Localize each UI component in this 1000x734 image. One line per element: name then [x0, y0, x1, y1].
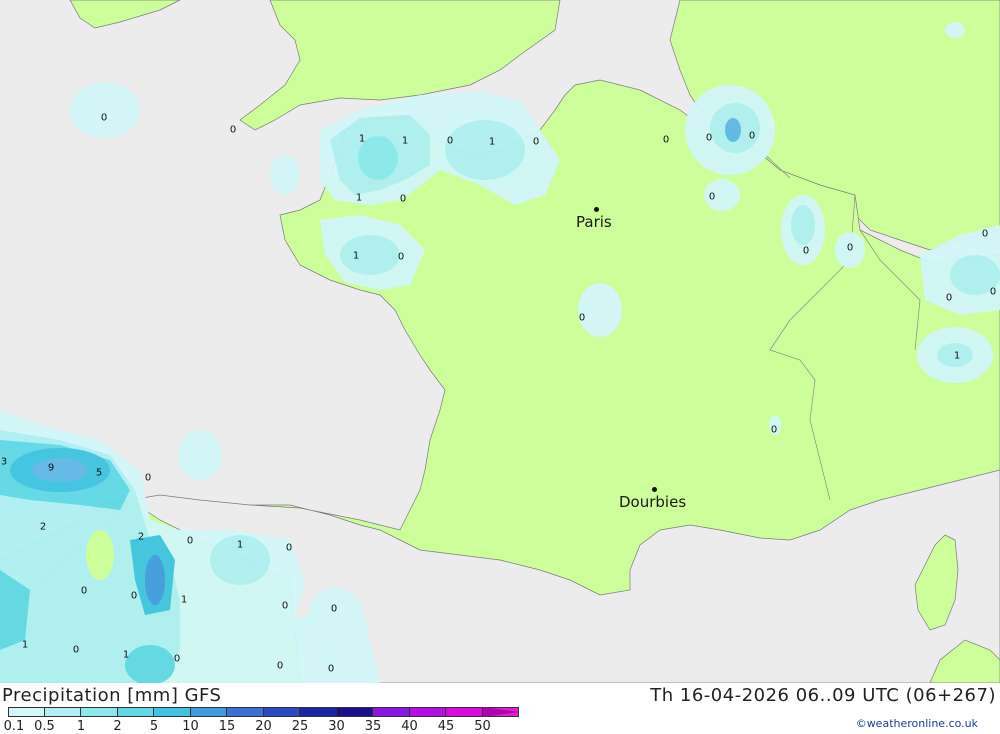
scale-swatch [190, 707, 227, 717]
precip-value: 0 [276, 660, 284, 672]
precip-value: 0 [532, 136, 540, 148]
city-marker-dourbies [652, 487, 657, 492]
precip-value: 0 [708, 191, 716, 203]
precip-value: 0 [80, 585, 88, 597]
color-scale [8, 707, 519, 717]
scale-swatch [263, 707, 300, 717]
precip-value: 1 [401, 135, 409, 147]
precip-value: 0 [770, 424, 778, 436]
precip-value: 0 [846, 242, 854, 254]
precip-value: 0 [989, 286, 997, 298]
precip-value: 1 [21, 639, 29, 651]
precip-value: 1 [953, 350, 961, 362]
precip-value: 0 [186, 535, 194, 547]
scale-swatch [373, 707, 410, 717]
precip-value: 0 [748, 130, 756, 142]
precip-value: 1 [180, 594, 188, 606]
city-label-dourbies: Dourbies [619, 493, 687, 511]
scale-tick-label: 35 [364, 719, 382, 734]
map-title: Precipitation [mm] GFS [2, 685, 222, 706]
scale-tick-label: 20 [255, 719, 272, 734]
scale-swatch [336, 707, 373, 717]
scale-tick-label: 0.5 [34, 719, 55, 734]
precip-value: 0 [981, 228, 989, 240]
precip-value: 1 [488, 136, 496, 148]
scale-tick-label: 40 [401, 719, 418, 734]
color-scale-arrow [483, 707, 519, 717]
precip-value: 0 [945, 292, 953, 304]
precip-value: 0 [100, 112, 108, 124]
scale-tick-label: 25 [291, 719, 309, 734]
scale-swatch [300, 707, 337, 717]
precip-value: 0 [281, 600, 289, 612]
precip-value: 1 [358, 133, 366, 145]
precip-value: 0 [144, 472, 152, 484]
precip-value: 0 [285, 542, 293, 554]
precip-value: 0 [662, 134, 670, 146]
precip-value: 0 [173, 653, 181, 665]
scale-tick-label: 15 [218, 719, 236, 734]
precip-value: 0 [802, 245, 810, 257]
scale-swatch [117, 707, 154, 717]
city-label-paris: Paris [576, 213, 612, 231]
precip-value: 0 [446, 135, 454, 147]
precip-value: 2 [39, 521, 47, 533]
precip-value: 0 [229, 124, 237, 136]
scale-tick-label: 0.1 [3, 719, 25, 734]
forecast-datetime: Th 16-04-2026 06..09 UTC (06+267) [650, 685, 996, 706]
precip-value: 0 [327, 663, 335, 675]
scale-swatch [446, 707, 483, 717]
scale-swatch [8, 707, 45, 717]
precipitation-map[interactable]: Paris Dourbies 0 0 1 1 0 1 0 1 0 1 0 0 0… [0, 0, 1000, 683]
precip-value: 0 [130, 590, 138, 602]
precip-value: 0 [399, 193, 407, 205]
city-marker-paris [594, 207, 599, 212]
scale-swatch [227, 707, 264, 717]
scale-swatch [154, 707, 191, 717]
scale-tick-label: 5 [149, 719, 159, 734]
scale-tick-label: 1 [76, 719, 86, 734]
precip-value: 1 [355, 192, 363, 204]
precip-value: 5 [95, 467, 103, 479]
scale-tick-label: 2 [113, 719, 122, 734]
precip-value: 2 [137, 531, 145, 543]
precip-value: 9 [47, 462, 55, 474]
precip-value: 0 [330, 603, 338, 615]
scale-swatch [44, 707, 81, 717]
scale-swatch [409, 707, 446, 717]
precip-value: 3 [0, 456, 8, 468]
precip-value: 1 [236, 539, 244, 551]
precip-value: 1 [122, 649, 130, 661]
map-footer: Precipitation [mm] GFS Th 16-04-2026 06.… [0, 683, 1000, 734]
precip-value: 0 [72, 644, 80, 656]
precip-value: 0 [705, 132, 713, 144]
precip-value: 0 [397, 251, 405, 263]
precip-value: 1 [352, 250, 360, 262]
precip-value: 0 [578, 312, 586, 324]
scale-swatch [81, 707, 118, 717]
scale-tick-label: 50 [474, 719, 491, 734]
scale-tick-label: 10 [182, 719, 199, 734]
scale-tick-label: 45 [437, 719, 455, 734]
scale-tick-label: 30 [328, 719, 345, 734]
color-scale-labels: 0.1 0.5 1 2 5 10 15 20 25 30 35 40 45 50 [0, 719, 540, 734]
credit-link[interactable]: ©weatheronline.co.uk [856, 717, 978, 730]
